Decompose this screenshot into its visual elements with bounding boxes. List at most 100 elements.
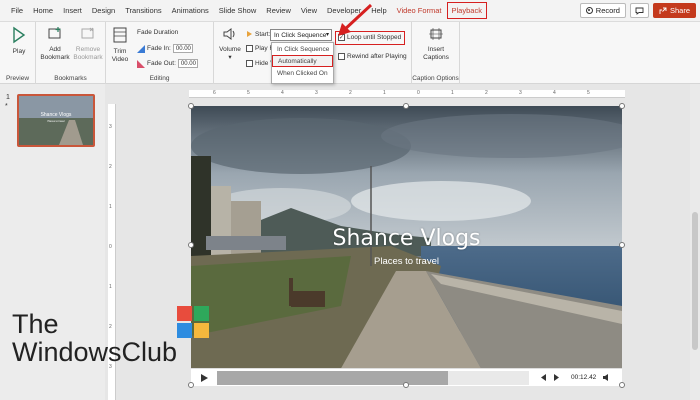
video-time: 00:12.42 [571, 374, 597, 381]
video-progress-track[interactable] [217, 370, 529, 385]
watermark-text: The WindowsClub [12, 310, 177, 366]
share-label: Share [669, 6, 690, 15]
slide-subtitle[interactable]: Places to travel [191, 256, 622, 267]
fade-in-input[interactable]: 00.00 [172, 44, 193, 53]
tab-video-format[interactable]: Video Format [392, 6, 447, 15]
share-button[interactable]: Share [652, 3, 696, 18]
volume-button[interactable]: Volume ▾ [218, 26, 242, 62]
resize-handle-bl[interactable] [188, 382, 194, 388]
add-bookmark-icon [48, 27, 61, 39]
vertical-scrollbar[interactable] [690, 84, 700, 400]
video-slide[interactable]: Shance Vlogs Places to travel [191, 106, 622, 386]
insert-captions-button[interactable]: Insert Captions ▾ [418, 26, 454, 62]
play-icon [13, 26, 26, 44]
add-bookmark-button[interactable]: Add Bookmark [38, 26, 72, 62]
resize-handle-bm[interactable] [403, 382, 409, 388]
video-progress-fill [217, 370, 448, 385]
fade-in-icon [137, 44, 145, 53]
dropdown-option-click-sequence[interactable]: In Click Sequence [272, 43, 333, 55]
start-select-value: In Click Sequence [274, 31, 327, 39]
annotation-arrow-icon [338, 3, 373, 36]
start-select[interactable]: In Click Sequence ▾ [270, 29, 332, 41]
comment-icon [635, 7, 644, 15]
tab-playback[interactable]: Playback [446, 2, 487, 19]
trim-video-button[interactable]: Trim Video [109, 26, 131, 64]
animation-star-icon: * [5, 103, 8, 110]
start-icon [247, 31, 252, 37]
share-icon [659, 7, 667, 14]
group-preview: Play Preview [0, 22, 36, 84]
thumbnail-subtitle: Places to travel [47, 120, 65, 123]
group-caption-options: Insert Captions ▾ Caption Options [412, 22, 460, 84]
resize-handle-tm[interactable] [403, 103, 409, 109]
insert-captions-label: Insert Captions [423, 46, 449, 61]
rewind-box[interactable] [338, 53, 345, 60]
dropdown-option-automatically[interactable]: Automatically [272, 55, 333, 67]
thumbnail-title: Shance Vlogs [41, 112, 72, 118]
remove-bookmark-button[interactable]: Remove Bookmark [72, 26, 104, 62]
editing-group-label: Editing [149, 75, 170, 82]
add-bookmark-label: Add Bookmark [40, 46, 70, 61]
start-dropdown-menu: In Click Sequence Automatically When Cli… [271, 42, 334, 84]
resize-handle-tr[interactable] [619, 103, 625, 109]
start-select-chevron-icon: ▾ [325, 32, 329, 38]
mute-volume-icon[interactable] [602, 373, 611, 382]
play-button[interactable]: Play [8, 26, 30, 56]
fade-in-label: Fade In: [147, 45, 171, 52]
tab-animations[interactable]: Animations [167, 6, 214, 15]
tab-slide-show[interactable]: Slide Show [214, 6, 262, 15]
record-label: Record [595, 6, 620, 15]
slide-thumbnail[interactable]: Shance Vlogs Places to travel [17, 94, 95, 147]
rewind-label: Rewind after Playing [347, 53, 407, 60]
watermark-logo-icon [177, 306, 209, 338]
dropdown-option-when-clicked[interactable]: When Clicked On [272, 67, 333, 79]
remove-bookmark-label: Remove Bookmark [73, 46, 103, 61]
fade-out-input[interactable]: 00.00 [177, 59, 198, 68]
group-bookmarks: Add Bookmark Remove Bookmark Bookmarks [36, 22, 106, 84]
horizontal-ruler: 654 321 012 345 [189, 90, 625, 98]
preview-group-label: Preview [5, 75, 30, 82]
video-play-icon[interactable] [199, 373, 209, 383]
resize-handle-tl[interactable] [188, 103, 194, 109]
comments-button[interactable] [629, 3, 649, 18]
step-forward-icon[interactable] [552, 373, 561, 382]
remove-bookmark-icon [81, 27, 94, 39]
tab-view[interactable]: View [296, 6, 322, 15]
slide-title[interactable]: Shance Vlogs [191, 226, 622, 251]
tab-home[interactable]: Home [28, 6, 58, 15]
thumbnail-image: Shance Vlogs Places to travel [19, 96, 93, 145]
rewind-checkbox[interactable]: Rewind after Playing [338, 53, 407, 60]
start-text: Start: [255, 30, 271, 38]
record-button[interactable]: Record [579, 3, 626, 18]
volume-icon [223, 28, 235, 40]
fade-out-icon [137, 59, 145, 68]
record-icon [585, 7, 593, 14]
fade-in-row: Fade In: 00.00 [137, 44, 193, 53]
start-label: Start: [246, 30, 271, 38]
play-label: Play [12, 48, 26, 55]
resize-handle-mr[interactable] [619, 242, 625, 248]
resize-handle-br[interactable] [619, 382, 625, 388]
resize-handle-ml[interactable] [188, 242, 194, 248]
volume-label: Volume [219, 46, 241, 53]
volume-dropdown-icon: ▾ [228, 54, 232, 61]
trim-video-icon [113, 27, 127, 43]
caption-group-label: Caption Options [412, 75, 459, 82]
fade-duration-label: Fade Duration [137, 29, 179, 36]
play-fullscreen-box[interactable] [246, 45, 253, 52]
tab-insert[interactable]: Insert [58, 6, 87, 15]
fade-out-label: Fade Out: [147, 60, 176, 67]
group-editing: Trim Video Fade Duration Fade In: 00.00 … [106, 22, 214, 84]
step-back-icon[interactable] [539, 373, 548, 382]
slide-number: 1 [6, 94, 10, 101]
hide-box[interactable] [246, 60, 253, 67]
tab-review[interactable]: Review [261, 6, 296, 15]
scrollbar-thumb[interactable] [692, 212, 698, 350]
fade-out-row: Fade Out: 00.00 [137, 59, 198, 68]
watermark-line2: WindowsClub [12, 337, 178, 367]
tab-design[interactable]: Design [87, 6, 120, 15]
bookmarks-group-label: Bookmarks [54, 75, 87, 82]
tab-transitions[interactable]: Transitions [120, 6, 166, 15]
captions-icon [429, 28, 443, 40]
tab-file[interactable]: File [6, 6, 28, 15]
